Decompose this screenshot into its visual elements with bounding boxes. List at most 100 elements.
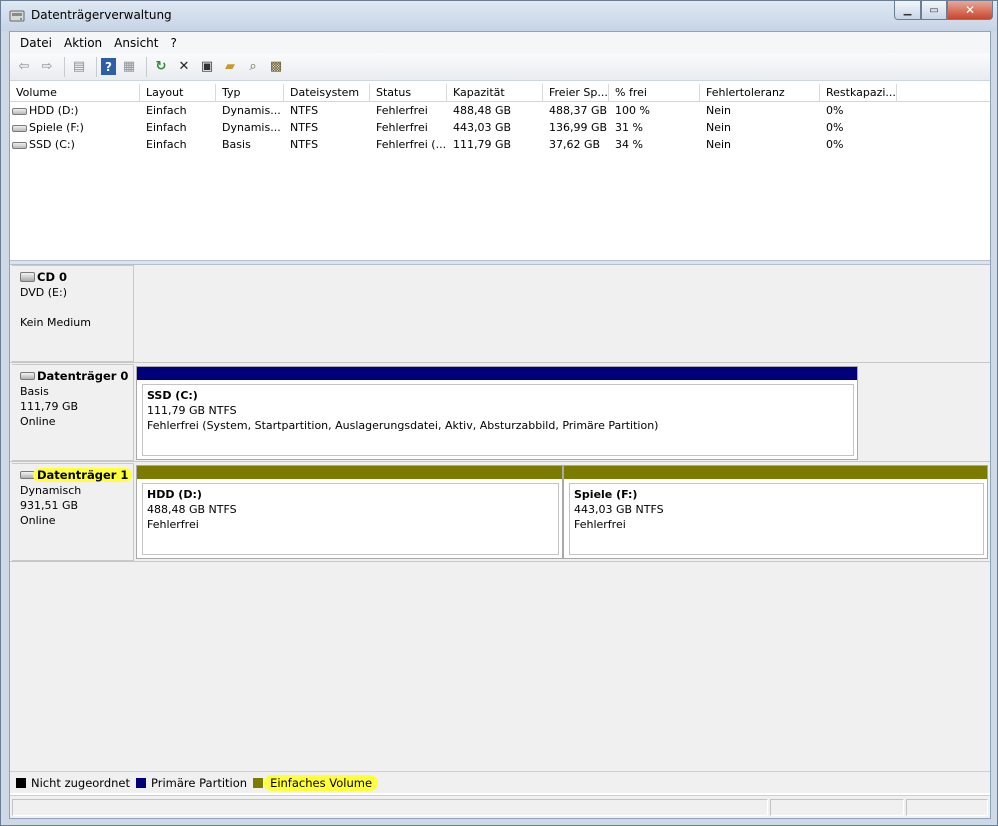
show-hide-console-tree-button[interactable]: ▤ bbox=[69, 57, 89, 77]
menu-datei[interactable]: Datei bbox=[14, 36, 58, 50]
help-icon: ? bbox=[105, 59, 112, 74]
console-tree-icon: ▤ bbox=[72, 59, 86, 74]
row-divider bbox=[10, 461, 990, 462]
cell-typ: Dynamis... bbox=[222, 104, 281, 117]
menu-bar: Datei Aktion Ansicht ? bbox=[10, 32, 990, 53]
legend-item: Einfaches Volume bbox=[253, 774, 379, 791]
cell-volume: SSD (C:) bbox=[29, 138, 75, 151]
table-row[interactable]: Spiele (F:) Einfach Dynamis... NTFS Fehl… bbox=[10, 119, 990, 136]
volume-list: Volume Layout Typ Dateisystem Status Kap… bbox=[10, 84, 990, 260]
cell-restkapazitaet: 0% bbox=[826, 138, 844, 151]
disk-info-line: 931,51 GB bbox=[20, 499, 79, 512]
partition-status: Fehlerfrei (System, Startpartition, Ausl… bbox=[147, 419, 659, 432]
disk-graphical-view: CD 0 DVD (E:) Kein Medium Datenträger 0 … bbox=[10, 265, 990, 771]
disk-name: Datenträger 1 bbox=[33, 468, 133, 482]
disk-info-line: Online bbox=[20, 514, 56, 527]
explore-button[interactable]: ⌕ bbox=[243, 57, 263, 77]
title-bar[interactable]: Datenträgerverwaltung ▁ ▭ ✕ bbox=[1, 1, 997, 31]
search-icon: ⌕ bbox=[249, 59, 257, 74]
menu-aktion[interactable]: Aktion bbox=[58, 36, 108, 50]
disk-label-disk1[interactable]: Datenträger 1 Dynamisch 931,51 GB Online bbox=[12, 463, 134, 561]
partition-size: 111,79 GB NTFS bbox=[147, 404, 237, 417]
menu-help[interactable]: ? bbox=[164, 36, 182, 50]
disk-label-cd0[interactable]: CD 0 DVD (E:) Kein Medium bbox=[12, 265, 134, 362]
column-header-volume[interactable]: Volume bbox=[10, 84, 140, 102]
column-header-layout[interactable]: Layout bbox=[140, 84, 216, 102]
column-header-fehlertoleranz[interactable]: Fehlertoleranz bbox=[700, 84, 820, 102]
cell-restkapazitaet: 0% bbox=[826, 104, 844, 117]
disk-management-icon bbox=[9, 10, 25, 22]
partition-type-bar bbox=[564, 466, 987, 479]
cell-layout: Einfach bbox=[146, 121, 187, 134]
disk-info-line: Basis bbox=[20, 385, 49, 398]
legend-bar: Nicht zugeordnet Primäre Partition Einfa… bbox=[10, 771, 990, 793]
column-header-status[interactable]: Status bbox=[370, 84, 447, 102]
close-button[interactable]: ✕ bbox=[947, 1, 993, 20]
back-button[interactable]: ⇦ bbox=[14, 57, 34, 77]
cell-fehlertoleranz: Nein bbox=[706, 121, 732, 134]
cell-kapazitaet: 488,48 GB bbox=[453, 104, 512, 117]
table-row[interactable]: HDD (D:) Einfach Dynamis... NTFS Fehlerf… bbox=[10, 102, 990, 119]
toolbar: ⇦ ⇨ ▤ ? ▦ ↻ ✕ ▣ ▰ ⌕ ▩ bbox=[10, 53, 990, 81]
cell-status: Fehlerfrei bbox=[376, 104, 428, 117]
cell-typ: Basis bbox=[222, 138, 251, 151]
disk-name: Datenträger 0 bbox=[37, 369, 129, 383]
column-header-typ[interactable]: Typ bbox=[216, 84, 284, 102]
refresh-button[interactable]: ↻ bbox=[151, 57, 171, 77]
legend-swatch-simple-volume bbox=[253, 777, 264, 788]
open-button[interactable]: ▰ bbox=[220, 57, 240, 77]
properties-icon: ▣ bbox=[200, 59, 214, 74]
disk-info-line bbox=[20, 300, 133, 315]
disk-label-disk0[interactable]: Datenträger 0 Basis 111,79 GB Online bbox=[12, 364, 134, 461]
column-header-dateisystem[interactable]: Dateisystem bbox=[284, 84, 370, 102]
volume-list-header: Volume Layout Typ Dateisystem Status Kap… bbox=[10, 84, 990, 102]
cell-dateisystem: NTFS bbox=[290, 138, 319, 151]
partition-ssd-c[interactable]: SSD (C:) 111,79 GB NTFS Fehlerfrei (Syst… bbox=[136, 366, 858, 460]
maximize-icon: ▭ bbox=[929, 4, 939, 16]
disk-info-line: DVD (E:) bbox=[20, 286, 68, 299]
minimize-button[interactable]: ▁ bbox=[894, 1, 921, 20]
partition-type-bar bbox=[137, 367, 857, 380]
partition-name: HDD (D:) bbox=[147, 488, 202, 501]
help-button[interactable]: ? bbox=[101, 58, 116, 75]
column-header-restkapazitaet[interactable]: Restkapazi... bbox=[820, 84, 897, 102]
drive-icon bbox=[12, 142, 27, 149]
properties-button[interactable]: ▣ bbox=[197, 57, 217, 77]
partition-hdd-d[interactable]: HDD (D:) 488,48 GB NTFS Fehlerfrei bbox=[136, 465, 563, 559]
settings-button[interactable]: ▩ bbox=[266, 57, 286, 77]
show-hide-action-pane-button[interactable]: ▦ bbox=[119, 57, 139, 77]
legend-item: Primäre Partition bbox=[136, 776, 247, 790]
menu-ansicht[interactable]: Ansicht bbox=[108, 36, 164, 50]
toolbar-separator bbox=[96, 56, 97, 77]
legend-label: Nicht zugeordnet bbox=[31, 775, 131, 790]
partition-size: 488,48 GB NTFS bbox=[147, 503, 237, 516]
forward-arrow-icon: ⇨ bbox=[41, 59, 53, 74]
column-header-kapazitaet[interactable]: Kapazität bbox=[447, 84, 543, 102]
partition-type-bar bbox=[137, 466, 562, 479]
disk-info-line: Kein Medium bbox=[20, 316, 91, 329]
legend-swatch-primary bbox=[136, 777, 147, 788]
toolbar-separator bbox=[146, 56, 147, 77]
cell-prozent-frei: 34 % bbox=[615, 138, 643, 151]
legend-item: Nicht zugeordnet bbox=[16, 776, 130, 790]
drive-icon bbox=[12, 125, 27, 132]
column-header-prozent-frei[interactable]: % frei bbox=[609, 84, 700, 102]
delete-button[interactable]: ✕ bbox=[174, 57, 194, 77]
refresh-icon: ↻ bbox=[155, 59, 167, 74]
column-header-freier-speicher[interactable]: Freier Sp... bbox=[543, 84, 609, 102]
status-bar-pane bbox=[770, 799, 904, 816]
cell-status: Fehlerfrei bbox=[376, 121, 428, 134]
window-title: Datenträgerverwaltung bbox=[31, 8, 172, 22]
maximize-button[interactable]: ▭ bbox=[921, 1, 947, 20]
legend-label: Primäre Partition bbox=[151, 775, 248, 790]
partition-spiele-f[interactable]: Spiele (F:) 443,03 GB NTFS Fehlerfrei bbox=[563, 465, 988, 559]
back-arrow-icon: ⇦ bbox=[18, 59, 30, 74]
forward-button[interactable]: ⇨ bbox=[37, 57, 57, 77]
cell-prozent-frei: 31 % bbox=[615, 121, 643, 134]
partition-name: SSD (C:) bbox=[147, 389, 198, 402]
partition-status: Fehlerfrei bbox=[147, 518, 199, 531]
status-bar-pane bbox=[12, 799, 768, 816]
table-row[interactable]: SSD (C:) Einfach Basis NTFS Fehlerfrei (… bbox=[10, 136, 990, 153]
cell-freier-speicher: 37,62 GB bbox=[549, 138, 601, 151]
checklist-icon: ▩ bbox=[269, 59, 283, 74]
